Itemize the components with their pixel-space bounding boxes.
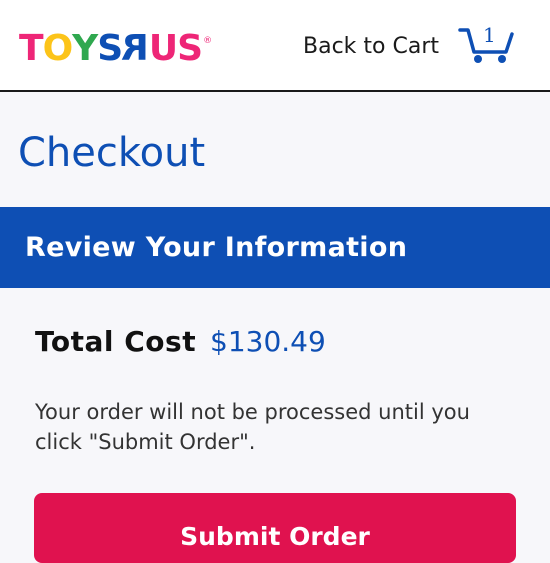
logo-letter-r: R (122, 28, 149, 69)
total-cost-label: Total Cost (35, 325, 197, 358)
submit-order-button[interactable]: Submit Order (34, 493, 516, 563)
cart-button[interactable]: 1 (458, 23, 516, 66)
logo-letter-s: S (97, 28, 123, 69)
cart-count-badge: 1 (483, 23, 496, 47)
registered-mark: ® (203, 36, 213, 46)
total-cost-value: $130.49 (210, 325, 326, 358)
section-title: Review Your Information (25, 232, 408, 263)
logo-letter-t: T (19, 28, 44, 69)
toysrus-logo[interactable]: T O Y S R U S ® (19, 26, 212, 72)
logo-letter-u: U (148, 28, 178, 69)
logo-letter-s2: S (177, 28, 203, 69)
site-header: T O Y S R U S ® Back to Cart 1 (0, 0, 550, 92)
logo-letter-o: O (42, 28, 74, 69)
page-title: Checkout (18, 130, 206, 176)
logo-letter-y: Y (72, 28, 98, 69)
order-notice: Your order will not be processed until y… (35, 400, 470, 454)
back-to-cart-link[interactable]: Back to Cart (303, 32, 439, 62)
